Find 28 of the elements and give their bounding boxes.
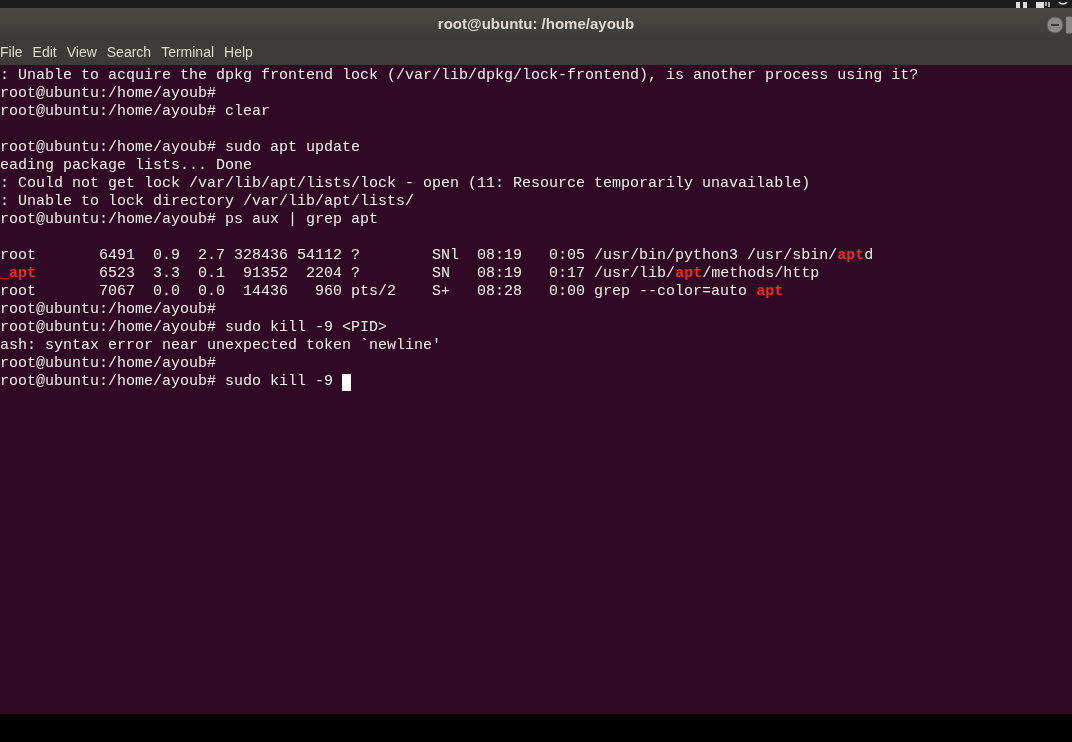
terminal-line: root 6491 0.9 2.7 328436 54112 ? SNl 08:19 0:05 /usr/bin/python3 /usr/sbin/aptd xyxy=(0,247,874,265)
terminal-line: root@ubuntu:/home/ayoub# clear xyxy=(0,103,271,121)
terminal-line: root@ubuntu:/home/ayoub# xyxy=(0,85,217,103)
terminal-line: _apt 6523 3.3 0.1 91352 2204 ? SN 08:19 0:17 /usr/lib/apt/methods/http xyxy=(0,265,820,283)
terminal-area[interactable] xyxy=(0,65,1072,714)
terminal-line: root@ubuntu:/home/ayoub# sudo apt update xyxy=(0,139,361,157)
menu-item[interactable]: Help xyxy=(219,42,258,63)
power-icon[interactable] xyxy=(1058,2,1068,8)
terminal-line: : Unable to lock directory /var/lib/apt/lists/ xyxy=(0,193,415,211)
terminal-line: root@ubuntu:/home/ayoub# xyxy=(0,355,217,373)
window-title: root@ubuntu: /home/ayoub xyxy=(437,13,635,34)
terminal-line: eading package lists... Done xyxy=(0,157,253,175)
minimize-icon[interactable] xyxy=(1046,16,1064,34)
terminal-line: ash: syntax error near unexpected token `newline' xyxy=(0,337,442,355)
menu-item[interactable]: Terminal xyxy=(156,42,220,63)
menu-item[interactable]: Edit xyxy=(27,42,62,63)
terminal-line: root 7067 0.0 0.0 14436 960 pts/2 S+ 08:28 0:00 grep --color=auto apt xyxy=(0,283,784,301)
menu-item[interactable]: View xyxy=(61,42,102,63)
terminal-line: : Could not get lock /var/lib/apt/lists/lock - open (11: Resource temporarily unavailable) xyxy=(0,175,811,193)
menu-item[interactable]: File xyxy=(0,42,28,63)
menu-item[interactable]: Search xyxy=(101,42,157,63)
terminal-line: root@ubuntu:/home/ayoub# ps aux | grep apt xyxy=(0,211,379,229)
network-icon[interactable] xyxy=(1016,2,1028,8)
volume-icon[interactable] xyxy=(1036,2,1050,8)
terminal-line: root@ubuntu:/home/ayoub# sudo kill -9 <PID> xyxy=(0,319,388,337)
terminal-line: root@ubuntu:/home/ayoub# sudo kill -9 xyxy=(0,373,335,391)
terminal-line: : Unable to acquire the dpkg frontend lock (/var/lib/dpkg/lock-frontend), is another process using it? xyxy=(0,67,919,85)
terminal-line: root@ubuntu:/home/ayoub# xyxy=(0,301,217,319)
